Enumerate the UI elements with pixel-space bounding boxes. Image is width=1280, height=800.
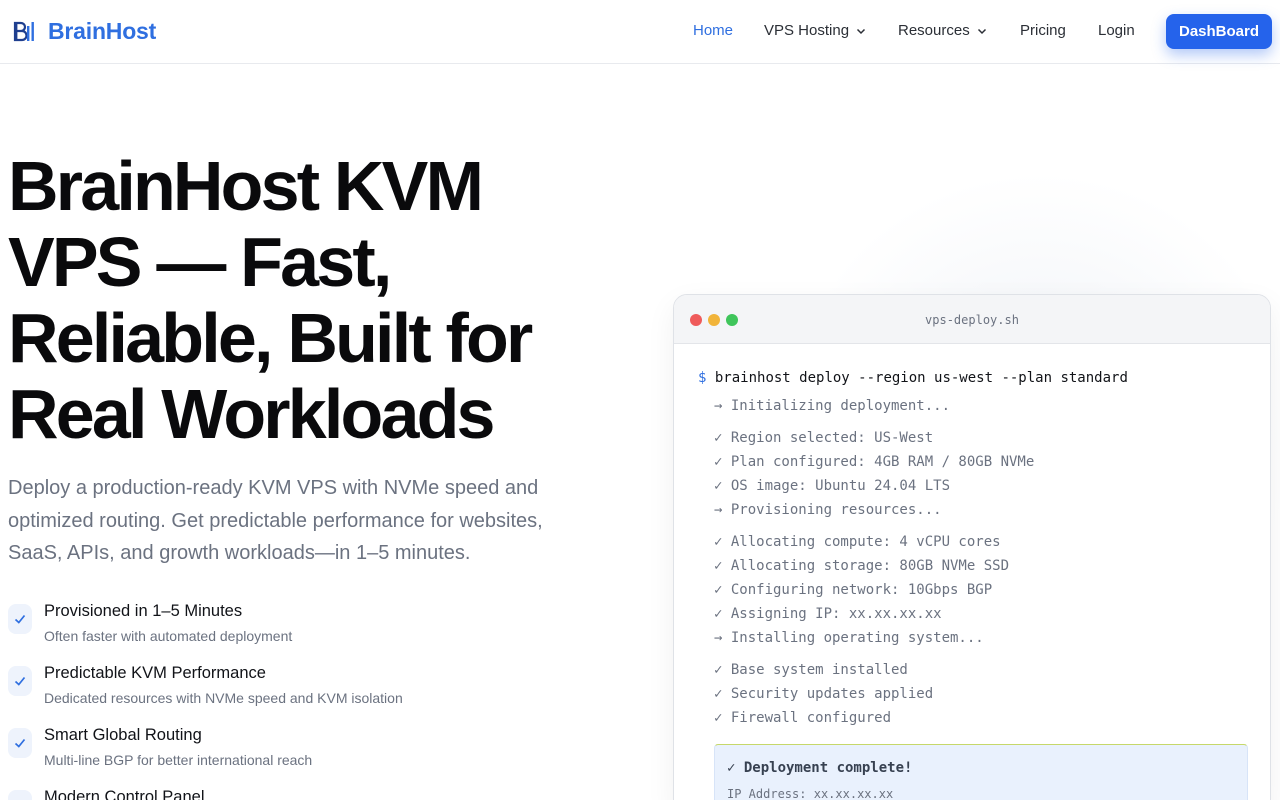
- deployment-complete-title: ✓ Deployment complete!: [727, 760, 913, 776]
- nav-home-label: Home: [693, 22, 734, 39]
- nav-vps-hosting-label: VPS Hosting: [764, 22, 850, 39]
- feature-title: Smart Global Routing: [44, 726, 202, 744]
- ip-address-row: IP Address: xx.xx.xx.xx: [727, 787, 893, 800]
- check-icon: [8, 728, 32, 758]
- nav-home[interactable]: Home: [693, 22, 733, 39]
- site-header: BrainHost Home VPS Hosting Resources Pri…: [0, 0, 1280, 64]
- check-icon: [8, 790, 32, 800]
- nav-login[interactable]: Login: [1098, 22, 1135, 39]
- terminal-line: ✓ Plan configured: 4GB RAM / 80GB NVMe: [714, 454, 1035, 470]
- terminal-titlebar: vps-deploy.sh: [674, 295, 1270, 344]
- hero-title: BrainHost KVM VPS — Fast, Reliable, Buil…: [8, 148, 608, 452]
- terminal-line: → Installing operating system...: [714, 630, 984, 646]
- terminal-window: vps-deploy.sh $ brainhost deploy --regio…: [673, 294, 1271, 800]
- feature-description: Often faster with automated deployment: [44, 628, 293, 644]
- feature-item: Provisioned in 1–5 Minutes Often faster …: [8, 602, 568, 654]
- terminal-command-line: $ brainhost deploy --region us-west --pl…: [698, 370, 1128, 386]
- hero-title-line: BrainHost KVM: [8, 147, 484, 225]
- chevron-down-icon: [977, 28, 986, 34]
- nav-resources-label: Resources: [898, 22, 970, 39]
- feature-item: Modern Control Panel: [8, 788, 568, 800]
- nav-vps-hosting[interactable]: VPS Hosting: [764, 22, 867, 39]
- brainhost-logo-icon: [13, 21, 34, 41]
- feature-title: Modern Control Panel: [44, 788, 205, 800]
- feature-title: Predictable KVM Performance: [44, 664, 266, 682]
- feature-description: Dedicated resources with NVMe speed and …: [44, 690, 403, 706]
- nav-pricing[interactable]: Pricing: [1020, 22, 1066, 39]
- brand-name: BrainHost: [48, 18, 157, 44]
- check-icon: [8, 666, 32, 696]
- terminal-line: ✓ Configuring network: 10Gbps BGP: [714, 582, 993, 598]
- deployment-complete-box: ✓ Deployment complete! IP Address: xx.xx…: [714, 744, 1248, 800]
- feature-title: Provisioned in 1–5 Minutes: [44, 602, 243, 620]
- hero-subtitle: Deploy a production-ready KVM VPS with N…: [8, 477, 543, 564]
- terminal-title: vps-deploy.sh: [925, 313, 1019, 327]
- nav-pricing-label: Pricing: [1020, 22, 1066, 39]
- terminal-line: ✓ Security updates applied: [714, 686, 934, 702]
- brand-logo-link[interactable]: BrainHost: [12, 18, 156, 45]
- nav-login-label: Login: [1098, 22, 1135, 39]
- feature-description: Multi-line BGP for better international …: [44, 752, 313, 768]
- hero-title-line: Real Workloads: [8, 375, 495, 453]
- terminal-line: ✓ OS image: Ubuntu 24.04 LTS: [714, 478, 951, 494]
- chevron-down-icon: [857, 28, 866, 34]
- terminal-line: ✓ Firewall configured: [714, 710, 892, 726]
- feature-item: Predictable KVM Performance Dedicated re…: [8, 664, 568, 716]
- terminal-prompt: $: [698, 370, 707, 386]
- terminal-line: → Initializing deployment...: [714, 398, 951, 414]
- feature-item: Smart Global Routing Multi-line BGP for …: [8, 726, 568, 778]
- hero-title-line: Reliable, Built for: [8, 299, 533, 377]
- nav-resources[interactable]: Resources: [898, 22, 988, 39]
- terminal-line: ✓ Allocating compute: 4 vCPU cores: [714, 534, 1001, 550]
- terminal-line: → Provisioning resources...: [714, 502, 942, 518]
- terminal-line: ✓ Allocating storage: 80GB NVMe SSD: [714, 558, 1010, 574]
- dashboard-button[interactable]: DashBoard: [1166, 14, 1272, 49]
- ip-address-label: IP Address:: [727, 787, 807, 800]
- terminal-line: ✓ Base system installed: [714, 662, 908, 678]
- terminal-command: brainhost deploy --region us-west --plan…: [714, 370, 1128, 386]
- check-icon: [8, 604, 32, 634]
- terminal-line: ✓ Region selected: US-West: [714, 430, 934, 446]
- ip-address-value: xx.xx.xx.xx: [813, 787, 894, 800]
- terminal-line: ✓ Assigning IP: xx.xx.xx.xx: [714, 606, 942, 622]
- hero-title-line: VPS — Fast,: [8, 223, 392, 301]
